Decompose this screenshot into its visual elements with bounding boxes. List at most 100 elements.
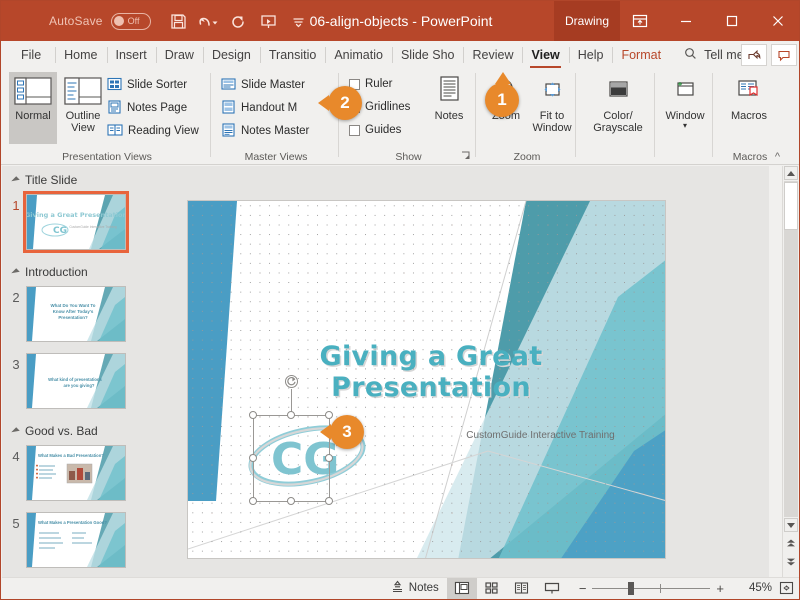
chevron-down-icon[interactable]: ▾ bbox=[683, 122, 687, 130]
tab-transitions[interactable]: Transitio bbox=[260, 41, 325, 69]
color-grayscale-button[interactable]: Color/ Grayscale bbox=[592, 72, 644, 144]
autosave-toggle[interactable]: AutoSave Off bbox=[49, 13, 151, 30]
zoom-in-button[interactable]: + bbox=[710, 581, 730, 596]
tab-file[interactable]: File bbox=[1, 41, 55, 69]
slide-subtitle-text[interactable]: CustomGuide Interactive Training bbox=[433, 430, 648, 441]
notes-page-item[interactable]: Notes Page bbox=[107, 98, 187, 118]
slide-sorter-item[interactable]: Slide Sorter bbox=[107, 75, 187, 95]
show-dialog-launcher-icon[interactable] bbox=[460, 151, 471, 162]
customize-qat-icon[interactable] bbox=[285, 7, 313, 35]
reading-view-button-status[interactable] bbox=[507, 578, 537, 599]
resize-handle-ne[interactable] bbox=[325, 411, 333, 419]
slide-scroll-up-button[interactable] bbox=[784, 166, 798, 180]
ribbon-display-options-icon[interactable] bbox=[617, 1, 663, 41]
save-icon[interactable] bbox=[165, 7, 193, 35]
section-header-introduction[interactable]: Introduction bbox=[2, 258, 142, 283]
section-header-good-vs-bad[interactable]: Good vs. Bad bbox=[2, 417, 142, 442]
tab-format[interactable]: Format bbox=[612, 41, 670, 69]
minimize-icon[interactable] bbox=[663, 1, 709, 41]
fit-slide-to-window-button[interactable] bbox=[772, 581, 800, 595]
notes-master-item[interactable]: Notes Master bbox=[221, 121, 309, 141]
slide-thumbnail-2[interactable]: What Do You Want To Know After Today's P… bbox=[26, 286, 126, 342]
zoom-slider-thumb[interactable] bbox=[628, 582, 634, 595]
list-item[interactable]: 5 What Makes a Presentation Good? bbox=[2, 509, 142, 576]
undo-icon[interactable] bbox=[195, 7, 223, 35]
tab-design[interactable]: Design bbox=[203, 41, 260, 69]
reading-view-item[interactable]: Reading View bbox=[107, 121, 199, 141]
collapse-triangle-icon[interactable] bbox=[11, 176, 19, 184]
normal-view-button-status[interactable] bbox=[447, 578, 477, 599]
normal-view-button[interactable]: Normal bbox=[9, 72, 57, 144]
tab-slide-show[interactable]: Slide Sho bbox=[392, 41, 464, 69]
slide-thumbnail-1[interactable]: Giving a Great Presentation CustomGuide … bbox=[26, 194, 126, 250]
collapse-triangle-icon[interactable] bbox=[11, 427, 19, 435]
slide-master-item[interactable]: Slide Master bbox=[221, 75, 305, 95]
resize-handle-w[interactable] bbox=[249, 454, 257, 462]
slide-sorter-button-status[interactable] bbox=[477, 578, 507, 599]
share-icon[interactable] bbox=[741, 44, 767, 66]
tab-review[interactable]: Review bbox=[463, 41, 522, 69]
tab-insert[interactable]: Insert bbox=[107, 41, 156, 69]
list-item[interactable]: 3 What kind of presentations are you giv… bbox=[2, 350, 142, 417]
slide-thumbnail-4[interactable]: What Makes a Bad Presentation? bbox=[26, 445, 126, 501]
slide-editing-area[interactable]: Giving a Great Presentation CustomGuide … bbox=[142, 166, 769, 579]
slide-scrollbar[interactable] bbox=[782, 166, 798, 579]
resize-handle-s[interactable] bbox=[287, 497, 295, 505]
rotate-handle[interactable] bbox=[285, 375, 298, 388]
notes-toggle-button[interactable]: Notes bbox=[383, 578, 447, 599]
notes-button[interactable]: Notes bbox=[425, 72, 473, 144]
handout-master-item[interactable]: Handout M bbox=[221, 98, 297, 118]
zoom-out-button[interactable]: − bbox=[573, 581, 593, 596]
svg-text:What Makes a Bad Presentation?: What Makes a Bad Presentation? bbox=[38, 453, 104, 458]
collapse-triangle-icon[interactable] bbox=[11, 268, 19, 276]
notes-page-label: Notes Page bbox=[127, 102, 187, 114]
list-item[interactable]: 4 What Makes a Bad Presentation? bbox=[2, 442, 142, 509]
callout-number-1: 1 bbox=[497, 90, 506, 110]
contextual-tab-drawing[interactable]: Drawing bbox=[554, 1, 620, 41]
resize-handle-nw[interactable] bbox=[249, 411, 257, 419]
resize-handle-se[interactable] bbox=[325, 497, 333, 505]
slide-thumbnail-3[interactable]: What kind of presentations are you givin… bbox=[26, 353, 126, 409]
slide-scroll-track[interactable] bbox=[784, 181, 798, 517]
ribbon-group-macros: Macros Macros ^ bbox=[715, 69, 785, 165]
slide-canvas[interactable]: Giving a Great Presentation CustomGuide … bbox=[187, 200, 666, 559]
zoom-slider[interactable]: − + bbox=[567, 581, 736, 596]
slide-scroll-thumb[interactable] bbox=[784, 182, 798, 230]
selection-handles[interactable] bbox=[253, 401, 329, 501]
resize-handle-e[interactable] bbox=[325, 454, 333, 462]
slide-thumbnail-pane[interactable]: Title Slide 1 Giving a Great Presentatio… bbox=[2, 166, 142, 579]
resize-handle-sw[interactable] bbox=[249, 497, 257, 505]
tab-animations[interactable]: Animatio bbox=[325, 41, 392, 69]
close-icon[interactable] bbox=[755, 1, 800, 41]
window-button[interactable]: Window ▾ bbox=[660, 72, 710, 144]
macros-button[interactable]: Macros bbox=[723, 72, 775, 144]
slide-thumbnail-5[interactable]: What Makes a Presentation Good? bbox=[26, 512, 126, 568]
list-item[interactable]: 2 What Do You Want To Know After Today's… bbox=[2, 283, 142, 350]
tab-home[interactable]: Home bbox=[55, 41, 106, 69]
guides-checkbox[interactable]: Guides bbox=[349, 120, 401, 140]
slide-show-button-status[interactable] bbox=[537, 578, 567, 599]
fit-to-window-button[interactable]: Fit to Window bbox=[528, 72, 576, 144]
slide-scroll-down-button[interactable] bbox=[784, 518, 798, 532]
comments-icon[interactable] bbox=[771, 44, 797, 66]
tab-view[interactable]: View bbox=[522, 41, 568, 69]
zoom-level-label[interactable]: 45% bbox=[736, 582, 772, 594]
list-item[interactable]: 1 Giving a Great Presentation CustomGuid… bbox=[2, 191, 142, 258]
previous-slide-button[interactable] bbox=[784, 536, 798, 550]
next-slide-button[interactable] bbox=[784, 554, 798, 568]
tell-me-box[interactable]: Tell me bbox=[684, 47, 744, 63]
collapse-ribbon-icon[interactable]: ^ bbox=[775, 151, 780, 163]
autosave-switch[interactable]: Off bbox=[111, 13, 151, 30]
tab-help[interactable]: Help bbox=[569, 41, 613, 69]
section-header-title-slide[interactable]: Title Slide bbox=[2, 166, 142, 191]
restore-icon[interactable] bbox=[709, 1, 755, 41]
start-presentation-icon[interactable] bbox=[255, 7, 283, 35]
slide-title-text[interactable]: Giving a Great Presentation bbox=[216, 341, 646, 403]
resize-handle-n[interactable] bbox=[287, 411, 295, 419]
tab-draw[interactable]: Draw bbox=[156, 41, 203, 69]
outline-view-button[interactable]: Outline View bbox=[59, 72, 107, 144]
guides-checkbox-box[interactable] bbox=[349, 125, 360, 136]
svg-text:What Do You Want To: What Do You Want To bbox=[51, 303, 96, 308]
redo-icon[interactable] bbox=[225, 7, 253, 35]
zoom-slider-track[interactable] bbox=[592, 588, 710, 589]
